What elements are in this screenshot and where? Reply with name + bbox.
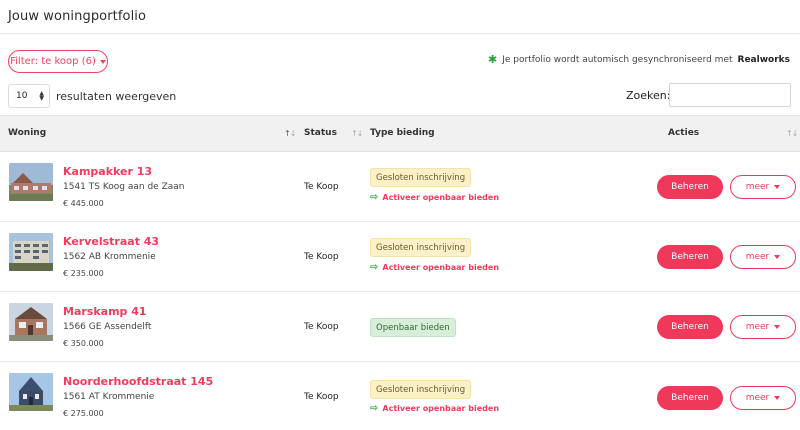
property-status: Te Koop <box>304 252 339 262</box>
sync-text: Je portfolio wordt automisch gesynchroni… <box>502 54 733 65</box>
table-row: Noorderhoofdstraat 145 1561 AT Krommenie… <box>0 362 800 430</box>
column-header-type[interactable]: Type bieding <box>370 128 435 138</box>
property-price: € 235.000 <box>63 269 104 278</box>
property-status: Te Koop <box>304 392 339 402</box>
table-header: Woning ↑↓ Status ↑↓ Type bieding Acties … <box>0 115 800 152</box>
manage-button[interactable]: Beheren <box>657 386 723 410</box>
property-photo <box>9 303 53 341</box>
caret-down-icon <box>99 59 106 64</box>
column-header-acties: Acties <box>668 128 700 138</box>
manage-button[interactable]: Beheren <box>657 315 723 339</box>
manage-button[interactable]: Beheren <box>657 245 723 269</box>
caret-down-icon <box>774 325 781 329</box>
bug-icon: ✱ <box>487 53 498 66</box>
property-name[interactable]: Kervelstraat 43 <box>63 235 159 248</box>
more-label: meer <box>745 393 770 403</box>
search-input[interactable] <box>669 83 791 107</box>
more-button[interactable]: meer <box>730 175 796 199</box>
caret-down-icon <box>774 185 781 189</box>
page-length-value: 10 <box>16 91 28 101</box>
page-title: Jouw woningportfolio <box>8 9 147 24</box>
table-row: Marskamp 41 1566 GE Assendelft € 350.000… <box>0 292 800 362</box>
property-price: € 445.000 <box>63 199 104 208</box>
property-photo <box>9 233 53 271</box>
sync-brand: Realworks <box>737 54 790 65</box>
property-address: 1562 AB Krommenie <box>63 252 156 262</box>
sort-icon[interactable]: ↑↓ <box>351 129 363 138</box>
arrow-right-icon: ⇨ <box>370 403 379 414</box>
more-label: meer <box>745 322 770 332</box>
arrow-right-icon: ⇨ <box>370 262 379 273</box>
property-address: 1561 AT Krommenie <box>63 392 155 402</box>
property-status: Te Koop <box>304 182 339 192</box>
page-length-label: resultaten weergeven <box>56 90 177 103</box>
property-address: 1566 GE Assendelft <box>63 322 152 332</box>
bid-type-badge: Gesloten inschrijving <box>370 238 472 257</box>
activate-label: Activeer openbaar bieden <box>382 404 500 413</box>
filter-label: Filter: te koop (6) <box>10 56 96 67</box>
arrow-right-icon: ⇨ <box>370 192 379 203</box>
column-header-woning[interactable]: Woning <box>8 128 46 138</box>
table-row: Kampakker 13 1541 TS Koog aan de Zaan € … <box>0 152 800 222</box>
more-label: meer <box>745 252 770 262</box>
activate-open-bidding-link[interactable]: ⇨ Activeer openbaar bieden <box>370 403 499 414</box>
column-header-status[interactable]: Status <box>304 128 337 138</box>
bid-type-badge: Openbaar bieden <box>370 318 456 337</box>
property-photo <box>9 163 53 201</box>
activate-open-bidding-link[interactable]: ⇨ Activeer openbaar bieden <box>370 192 499 203</box>
bid-type-badge: Gesloten inschrijving <box>370 168 472 187</box>
bid-type-badge: Gesloten inschrijving <box>370 380 472 399</box>
spinner-icon: ▲ ▼ <box>39 90 44 102</box>
activate-label: Activeer openbaar bieden <box>382 193 500 202</box>
caret-down-icon <box>774 255 781 259</box>
activate-open-bidding-link[interactable]: ⇨ Activeer openbaar bieden <box>370 262 499 273</box>
more-label: meer <box>745 182 770 192</box>
property-price: € 275.000 <box>63 409 104 418</box>
more-button[interactable]: meer <box>730 315 796 339</box>
caret-down-icon <box>774 396 781 400</box>
search-label: Zoeken: <box>626 89 671 102</box>
more-button[interactable]: meer <box>730 245 796 269</box>
sort-icon[interactable]: ↑↓ <box>284 129 296 138</box>
sync-notice: ✱ Je portfolio wordt automisch gesynchro… <box>488 53 790 66</box>
property-photo <box>9 373 53 411</box>
page-length-select[interactable]: 10 ▲ ▼ <box>8 84 50 108</box>
table-row: Kervelstraat 43 1562 AB Krommenie € 235.… <box>0 222 800 292</box>
more-button[interactable]: meer <box>730 386 796 410</box>
sort-icon[interactable]: ↑↓ <box>786 129 798 138</box>
property-name[interactable]: Kampakker 13 <box>63 165 152 178</box>
property-status: Te Koop <box>304 322 339 332</box>
property-name[interactable]: Marskamp 41 <box>63 305 147 318</box>
filter-button[interactable]: Filter: te koop (6) <box>8 50 108 73</box>
manage-button[interactable]: Beheren <box>657 175 723 199</box>
title-divider <box>0 33 800 34</box>
property-price: € 350.000 <box>63 339 104 348</box>
property-name[interactable]: Noorderhoofdstraat 145 <box>63 375 213 388</box>
property-address: 1541 TS Koog aan de Zaan <box>63 182 185 192</box>
activate-label: Activeer openbaar bieden <box>382 263 500 272</box>
